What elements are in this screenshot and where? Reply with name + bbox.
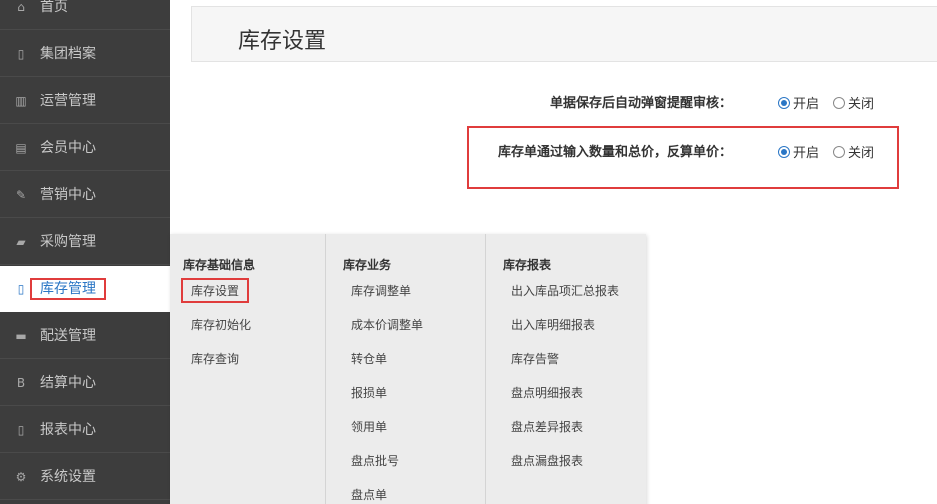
- menu-item-loss-report[interactable]: 报损单: [351, 384, 387, 401]
- sidebar-item-purchasing[interactable]: ▰ 采购管理: [0, 219, 170, 265]
- menu-item-inventory-init[interactable]: 库存初始化: [191, 316, 251, 333]
- page-title: 库存设置: [238, 29, 327, 54]
- sidebar-item-operations[interactable]: ▥ 运营管理: [0, 78, 170, 124]
- menu-column-reports: 库存报表 出入库品项汇总报表 出入库明细报表 库存告警 盘点明细报表 盘点差异报…: [485, 234, 646, 504]
- truck-icon: ▬: [15, 328, 27, 343]
- menu-item-transfer[interactable]: 转仓单: [351, 350, 387, 367]
- sidebar-item-label: 集团档案: [40, 45, 96, 62]
- setting-row-auto-review-popup: 单据保存后自动弹窗提醒审核： 开启 关闭: [460, 91, 900, 112]
- sidebar-item-label: 结算中心: [40, 374, 96, 391]
- sidebar-item-settlement[interactable]: B 结算中心: [0, 360, 170, 406]
- menu-column-heading: 库存业务: [343, 258, 392, 272]
- menu-item-inventory-settings[interactable]: 库存设置: [180, 278, 250, 303]
- sidebar-item-members[interactable]: ▤ 会员中心: [0, 125, 170, 171]
- radio-disable[interactable]: 关闭: [833, 142, 874, 161]
- radio-label: 开启: [793, 97, 820, 112]
- radio-label: 关闭: [848, 97, 875, 112]
- sidebar-item-label: 系统设置: [40, 468, 96, 485]
- setting-question: 库存单通过输入数量和总价，反算单价：: [497, 145, 732, 160]
- sidebar-nav: ⌂ 首页 ▯ 集团档案 ▥ 运营管理 ▤ 会员中心 ✎ 营销中心 ▰ 采购管理 …: [0, 0, 170, 504]
- id-card-icon: ▤: [15, 140, 27, 155]
- menu-item-stocktake-detail-report[interactable]: 盘点明细报表: [511, 384, 583, 401]
- sidebar-item-label: 营销中心: [40, 186, 96, 203]
- radio-indicator[interactable]: [833, 145, 845, 158]
- menu-item-stocktake-variance-report[interactable]: 盘点差异报表: [511, 418, 583, 435]
- sidebar-item-system-settings[interactable]: ⚙ 系统设置: [0, 454, 170, 500]
- file-icon: ▯: [17, 46, 25, 61]
- edit-icon: ✎: [15, 187, 27, 202]
- document-icon: ▯: [17, 281, 25, 296]
- sidebar-item-label: 报表中心: [40, 421, 96, 438]
- menu-item-stocktake-batch[interactable]: 盘点批号: [351, 452, 399, 469]
- sidebar-item-home[interactable]: ⌂ 首页: [0, 0, 170, 30]
- setting-row-reverse-unit-price: 库存单通过输入数量和总价，反算单价： 开启 关闭: [460, 140, 900, 161]
- sidebar-item-label: 采购管理: [40, 233, 96, 250]
- menu-item-inventory-query[interactable]: 库存查询: [191, 350, 239, 367]
- menu-item-stocktake[interactable]: 盘点单: [351, 486, 387, 503]
- radio-indicator[interactable]: [778, 145, 790, 158]
- sidebar-item-label: 会员中心: [40, 139, 96, 156]
- page-header: 库存设置: [191, 6, 937, 62]
- inventory-submenu: 库存基础信息 库存设置 库存初始化 库存查询 库存业务 库存调整单 成本价调整单…: [170, 234, 646, 504]
- bitcoin-icon: B: [16, 375, 26, 390]
- radio-label: 关闭: [848, 146, 875, 161]
- sidebar-item-label: 库存管理: [30, 277, 106, 300]
- bar-chart-icon: ▥: [15, 93, 27, 108]
- book-icon: ▰: [16, 234, 26, 249]
- menu-column-basic-info: 库存基础信息 库存设置 库存初始化 库存查询: [170, 234, 325, 504]
- radio-indicator[interactable]: [778, 96, 790, 109]
- menu-column-business: 库存业务 库存调整单 成本价调整单 转仓单 报损单 领用单 盘点批号 盘点单: [325, 234, 485, 504]
- sidebar-item-delivery[interactable]: ▬ 配送管理: [0, 313, 170, 359]
- menu-item-adjustment[interactable]: 库存调整单: [351, 282, 411, 299]
- menu-item-requisition[interactable]: 领用单: [351, 418, 387, 435]
- sidebar-item-group-archive[interactable]: ▯ 集团档案: [0, 31, 170, 77]
- menu-item-io-detail-report[interactable]: 出入库明细报表: [511, 316, 595, 333]
- sidebar-item-label: 首页: [40, 0, 68, 15]
- radio-enable[interactable]: 开启: [778, 142, 819, 161]
- home-icon: ⌂: [17, 0, 25, 14]
- radio-disable[interactable]: 关闭: [833, 93, 874, 112]
- menu-column-heading: 库存基础信息: [183, 258, 256, 272]
- menu-item-inventory-alert[interactable]: 库存告警: [511, 350, 559, 367]
- sidebar-item-label: 配送管理: [40, 327, 96, 344]
- report-icon: ▯: [17, 422, 25, 437]
- menu-item-stocktake-missed-report[interactable]: 盘点漏盘报表: [511, 452, 583, 469]
- sidebar-item-marketing[interactable]: ✎ 营销中心: [0, 172, 170, 218]
- radio-label: 开启: [793, 146, 820, 161]
- menu-item-cost-adjustment[interactable]: 成本价调整单: [351, 316, 423, 333]
- sidebar-item-reports[interactable]: ▯ 报表中心: [0, 407, 170, 453]
- menu-column-heading: 库存报表: [503, 258, 552, 272]
- sidebar-item-label: 运营管理: [40, 92, 96, 109]
- gears-icon: ⚙: [15, 469, 27, 484]
- menu-item-io-summary-report[interactable]: 出入库品项汇总报表: [511, 282, 619, 299]
- setting-question: 单据保存后自动弹窗提醒审核：: [549, 96, 732, 111]
- radio-enable[interactable]: 开启: [778, 93, 819, 112]
- sidebar-item-inventory[interactable]: ▯ 库存管理: [0, 266, 170, 312]
- radio-indicator[interactable]: [833, 96, 845, 109]
